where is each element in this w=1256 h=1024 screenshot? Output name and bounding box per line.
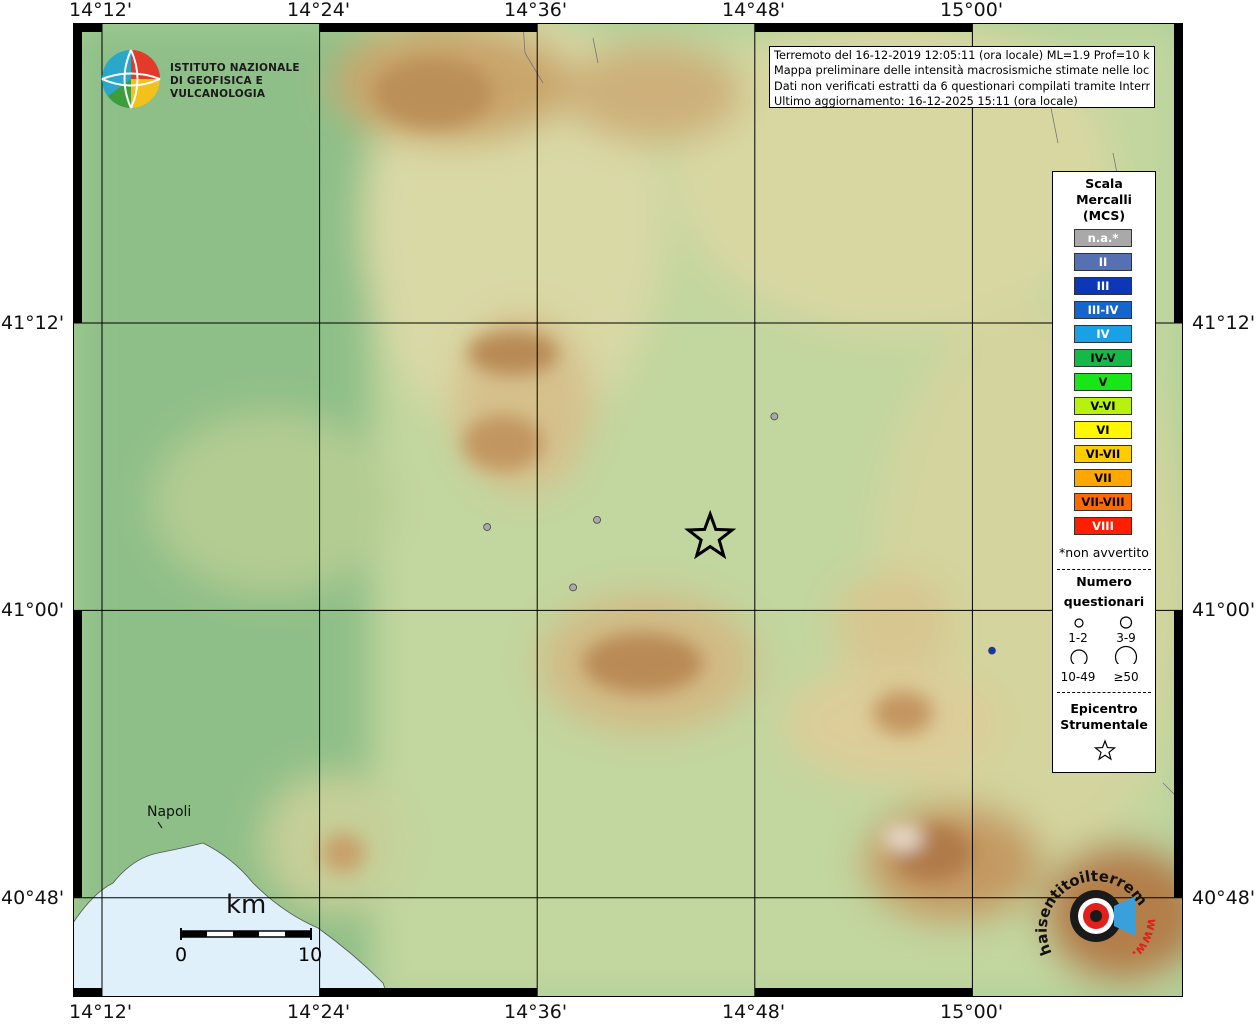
lon-tick-top-1: 14°12' bbox=[69, 0, 133, 21]
lat-tick-left-2: 41°00' bbox=[1, 599, 65, 621]
border-segment-bottom-0 bbox=[73, 988, 102, 997]
map-frame bbox=[73, 23, 1183, 997]
napoli-marker bbox=[157, 821, 163, 829]
epicenter-title-2: Strumentale bbox=[1060, 717, 1148, 732]
border-segment-left-0 bbox=[73, 23, 82, 323]
legend-footnote: *non avvertito bbox=[1059, 545, 1149, 560]
lon-tick-bottom-5: 15°00' bbox=[940, 1001, 1004, 1023]
legend-separator-2 bbox=[1057, 692, 1151, 693]
lon-tick-bottom-4: 14°48' bbox=[722, 1001, 786, 1023]
scale-bar: km 0 10 bbox=[170, 890, 330, 972]
lon-tick-bottom-3: 14°36' bbox=[504, 1001, 568, 1023]
lat-tick-right-2: 41°00' bbox=[1192, 599, 1256, 621]
scale-label-10: 10 bbox=[298, 944, 323, 966]
ingv-logo-line-1: ISTITUTO NAZIONALE bbox=[170, 62, 300, 74]
legend-swatch-iii: III bbox=[1074, 277, 1132, 295]
legend-swatch-n-a: n.a.* bbox=[1074, 229, 1132, 247]
legend-swatch-vii: VII bbox=[1074, 469, 1132, 487]
count-symbol-10-49 bbox=[1070, 649, 1088, 664]
lon-tick-top-2: 14°24' bbox=[287, 0, 351, 21]
ingv-logo-line-2: DI GEOFISICA E VULCANOLOGIA bbox=[170, 75, 266, 100]
gray-point-2[interactable] bbox=[483, 523, 492, 531]
legend-swatch-ii: II bbox=[1074, 253, 1132, 271]
legend-swatch-iv-v: IV-V bbox=[1074, 349, 1132, 367]
count-title-1: Numero bbox=[1076, 574, 1132, 589]
mcs-legend: Scala Mercalli (MCS) n.a.* II III III-IV IV I… bbox=[1052, 171, 1156, 773]
legend-swatch-v: V bbox=[1074, 373, 1132, 391]
ingv-logo: ISTITUTO NAZIONALE DI GEOFISICA E VULCAN… bbox=[100, 48, 320, 110]
lat-tick-left-3: 40°48' bbox=[1, 887, 65, 909]
lat-tick-right-3: 40°48' bbox=[1192, 887, 1256, 909]
count-symbol-3-9 bbox=[1119, 616, 1133, 629]
scale-bar-graphic bbox=[180, 928, 312, 940]
hsit-target-icon: haisentitoilterremoto.it www. bbox=[1025, 834, 1159, 961]
lon-tick-bottom-1: 14°12' bbox=[69, 1001, 133, 1023]
count-symbol-1-2 bbox=[1074, 618, 1084, 628]
event-info-line-1: Terremoto del 16-12-2019 12:05:11 (ora l… bbox=[774, 49, 1150, 62]
legend-title-3: (MCS) bbox=[1082, 208, 1126, 223]
scale-unit: km bbox=[226, 890, 267, 920]
blue-point-1[interactable] bbox=[988, 646, 996, 655]
border-segment-bottom-4 bbox=[754, 988, 973, 997]
gray-point-4[interactable] bbox=[569, 583, 578, 592]
lat-tick-left-1: 41°12' bbox=[1, 312, 65, 334]
event-info-line-2: Mappa preliminare delle intensità macros… bbox=[774, 64, 1150, 78]
city-label-napoli: Napoli bbox=[147, 804, 192, 820]
border-segment-left-2 bbox=[73, 610, 82, 898]
lon-tick-bottom-2: 14°24' bbox=[287, 1001, 351, 1023]
legend-title-2: Mercalli bbox=[1076, 192, 1132, 207]
gray-point-3[interactable] bbox=[593, 515, 601, 524]
scale-label-0: 0 bbox=[175, 944, 188, 966]
border-segment-right-0 bbox=[1174, 23, 1183, 323]
legend-star-icon bbox=[1094, 739, 1116, 761]
epicenter-title-1: Epicentro bbox=[1070, 701, 1138, 716]
lon-tick-top-3: 14°36' bbox=[504, 0, 568, 21]
legend-swatch-vi: VI bbox=[1074, 421, 1132, 439]
legend-separator-1 bbox=[1057, 569, 1151, 570]
ingv-globe-icon bbox=[101, 49, 161, 109]
lon-tick-top-5: 15°00' bbox=[940, 0, 1004, 21]
border-segment-top-4 bbox=[754, 23, 973, 32]
lat-tick-right-1: 41°12' bbox=[1192, 312, 1256, 334]
legend-swatch-iv: IV bbox=[1074, 325, 1132, 343]
lon-tick-top-4: 14°48' bbox=[722, 0, 786, 21]
legend-swatch-v-vi: V-VI bbox=[1074, 397, 1132, 415]
event-info-line-3: Dati non verificati estratti da 6 questi… bbox=[774, 79, 1150, 93]
terrain-relief bbox=[73, 23, 1183, 997]
gray-point-1[interactable] bbox=[770, 412, 779, 421]
border-segment-right-2 bbox=[1174, 610, 1183, 898]
count-title-2: questionari bbox=[1063, 594, 1145, 609]
border-segment-top-2 bbox=[319, 23, 538, 32]
relief-map[interactable] bbox=[73, 23, 1183, 997]
legend-title-1: Scala bbox=[1085, 176, 1123, 191]
legend-swatch-vii-viii: VII-VIII bbox=[1074, 493, 1132, 511]
legend-swatch-vi-vii: VI-VII bbox=[1074, 445, 1132, 463]
count-symbol-50 bbox=[1114, 645, 1138, 664]
event-info-box: Terremoto del 16-12-2019 12:05:11 (ora l… bbox=[769, 46, 1155, 108]
event-info-line-4: Ultimo aggiornamento: 16-12-2025 15:11 (… bbox=[774, 94, 1078, 108]
count-label-3-9: 3-9 bbox=[1116, 631, 1136, 645]
count-label-50: ≥50 bbox=[1113, 670, 1139, 684]
border-segment-bottom-2 bbox=[319, 988, 538, 997]
legend-swatch-iii-iv: III-IV bbox=[1074, 301, 1132, 319]
hsit-logo[interactable]: haisentitoilterremoto.it www. bbox=[1025, 834, 1162, 976]
legend-swatch-viii: VIII bbox=[1074, 517, 1132, 535]
